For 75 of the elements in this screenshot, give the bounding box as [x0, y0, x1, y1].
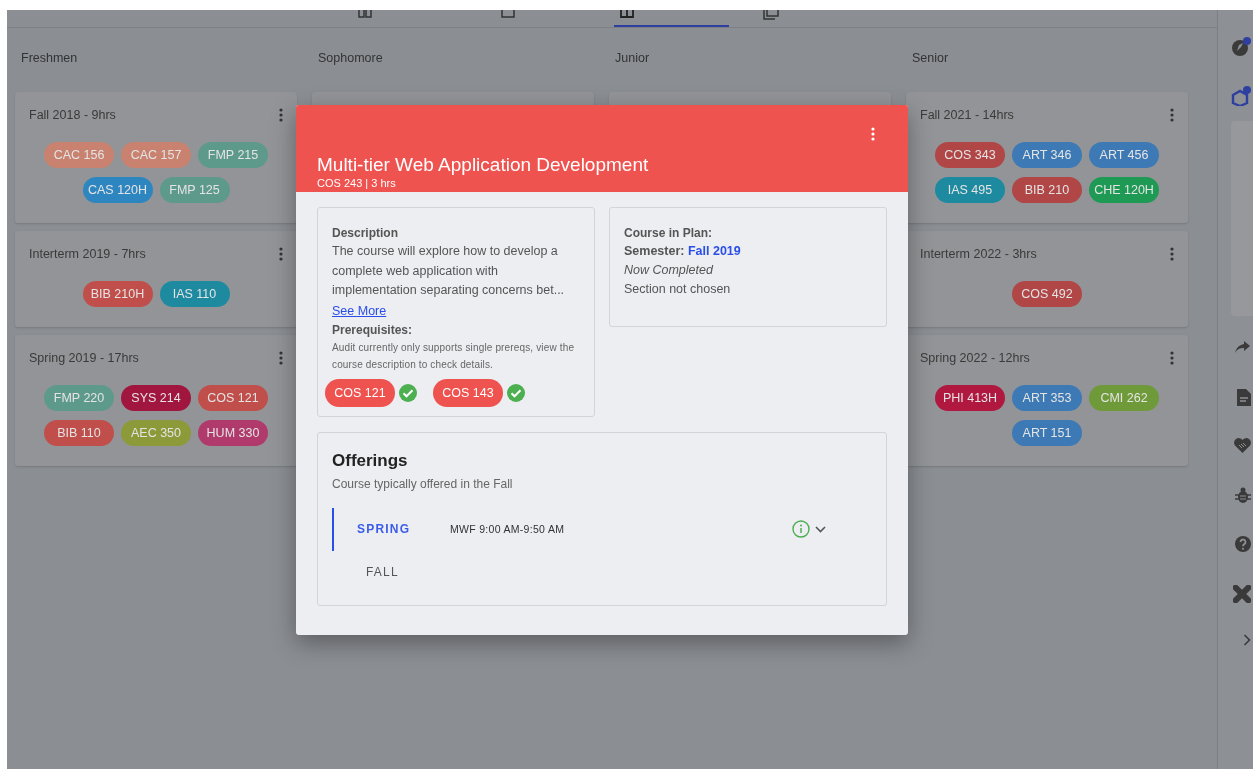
- description-text: The course will explore how to develop a complete web application with implementation separating concerns bet...: [332, 243, 566, 299]
- course-chip[interactable]: COS 492: [1012, 281, 1082, 307]
- course-chip[interactable]: CMI 262: [1089, 385, 1159, 411]
- share-icon[interactable]: [1235, 340, 1251, 354]
- bug-icon[interactable]: [1235, 487, 1251, 504]
- course-chip[interactable]: COS 121: [325, 378, 395, 407]
- stack-icon: [763, 10, 779, 20]
- course-chip[interactable]: FMP 215: [198, 142, 268, 168]
- semester-title: Interterm 2022 - 3hrs: [920, 247, 1037, 261]
- chevron-right-icon[interactable]: [1243, 634, 1251, 646]
- year-heading: Freshmen: [20, 51, 79, 67]
- section-status: Section not chosen: [624, 281, 732, 298]
- semester-title: Fall 2018 - 9hrs: [29, 108, 116, 122]
- course-chip[interactable]: ART 346: [1012, 142, 1082, 168]
- offerings-note: Course typically offered in the Fall: [332, 476, 514, 491]
- completion-status: Now Completed: [624, 262, 715, 279]
- plan-heading: Course in Plan:: [624, 225, 713, 242]
- document-icon[interactable]: [1237, 389, 1251, 406]
- course-chip[interactable]: COS 343: [935, 142, 1005, 168]
- semester-link[interactable]: Fall 2019: [687, 244, 741, 258]
- semester-title: Interterm 2019 - 7hrs: [29, 247, 146, 261]
- grid-icon: [358, 10, 372, 18]
- term-tab[interactable]: SPRING: [357, 522, 450, 536]
- term-tab[interactable]: FALL: [357, 565, 459, 579]
- course-chip[interactable]: ART 151: [1012, 420, 1082, 446]
- year-heading: Sophomore: [317, 51, 384, 67]
- course-chip[interactable]: IAS 495: [935, 177, 1005, 203]
- more-icon[interactable]: [1170, 108, 1174, 122]
- course-subtitle: COS 243 | 3 hrs: [317, 177, 397, 190]
- course-chip[interactable]: PHI 413H: [935, 385, 1005, 411]
- heart-icon[interactable]: [1234, 438, 1251, 453]
- course-chip[interactable]: IAS 110: [159, 281, 230, 307]
- course-chip[interactable]: ART 456: [1089, 142, 1159, 168]
- course-chip[interactable]: BIB 110: [44, 420, 114, 446]
- description-heading: Description: [332, 225, 399, 242]
- info-icon[interactable]: [792, 520, 810, 538]
- meeting-time: MWF 9:00 AM-9:50 AM: [450, 523, 566, 535]
- semester-title: Fall 2021 - 14hrs: [920, 108, 1014, 122]
- more-icon[interactable]: [871, 127, 875, 141]
- prerequisites-heading: Prerequisites:: [332, 321, 414, 339]
- course-chip[interactable]: AEC 350: [121, 420, 191, 446]
- offerings-heading: Offerings: [332, 449, 409, 472]
- semester-title: Spring 2019 - 17hrs: [29, 351, 139, 365]
- more-icon[interactable]: [1170, 247, 1174, 261]
- course-chip[interactable]: SYS 214: [121, 385, 191, 411]
- course-chip[interactable]: FMP 220: [44, 385, 114, 411]
- year-heading: Senior: [911, 51, 950, 67]
- prerequisites-note: Audit currently only supports single prereqs, view the course description to check details.: [332, 340, 576, 372]
- pen-nib-icon[interactable]: [1231, 37, 1251, 57]
- course-chip[interactable]: FMP 125: [159, 177, 230, 203]
- course-chip[interactable]: BIB 210H: [82, 281, 153, 307]
- semester-label: Semester:: [624, 244, 685, 258]
- course-chip[interactable]: HUM 330: [198, 420, 268, 446]
- box-icon[interactable]: [1231, 86, 1251, 106]
- help-icon[interactable]: [1235, 536, 1251, 552]
- calendar-icon: [620, 10, 634, 18]
- more-icon[interactable]: [279, 247, 283, 261]
- course-chip[interactable]: COS 143: [433, 378, 503, 407]
- course-chip[interactable]: ART 353: [1012, 385, 1082, 411]
- more-icon[interactable]: [1170, 351, 1174, 365]
- bandage-icon[interactable]: [1233, 585, 1251, 603]
- more-icon[interactable]: [279, 108, 283, 122]
- course-chip[interactable]: COS 121: [198, 385, 268, 411]
- chevron-down-icon[interactable]: [815, 525, 826, 533]
- tab[interactable]: [614, 10, 729, 27]
- year-heading: Junior: [614, 51, 651, 67]
- semester-title: Spring 2022 - 12hrs: [920, 351, 1030, 365]
- course-chip[interactable]: CAC 156: [44, 142, 114, 168]
- course-chip[interactable]: BIB 210: [1012, 177, 1082, 203]
- course-chip[interactable]: CAC 157: [121, 142, 191, 168]
- see-more-link[interactable]: See More: [332, 303, 387, 318]
- course-title: Multi-tier Web Application Development: [317, 153, 650, 177]
- more-icon[interactable]: [279, 351, 283, 365]
- course-chip[interactable]: CAS 120H: [82, 177, 153, 203]
- course-chip[interactable]: CHE 120H: [1089, 177, 1159, 203]
